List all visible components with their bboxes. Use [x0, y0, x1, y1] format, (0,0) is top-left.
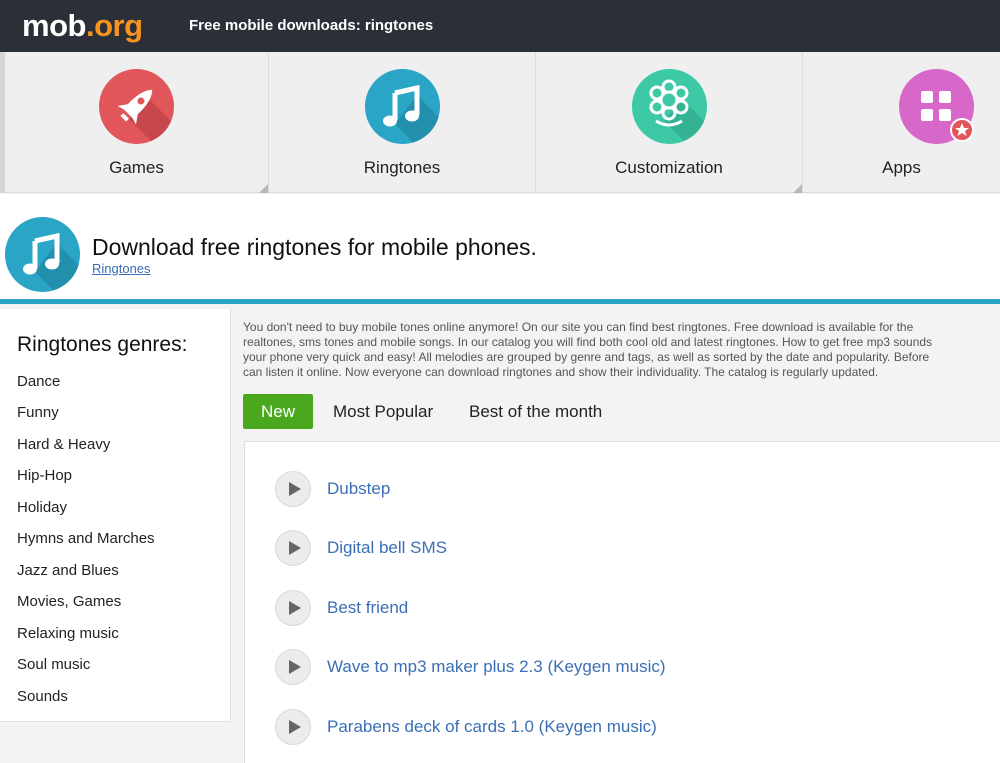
- genre-link-movies-games[interactable]: Movies, Games: [17, 593, 121, 610]
- site-logo[interactable]: mob.org: [22, 8, 143, 44]
- intro-line: realtones, sms tones and mobile songs. I…: [243, 335, 933, 349]
- category-customization[interactable]: Customization: [536, 52, 803, 193]
- intro-line: You don't need to buy mobile tones onlin…: [243, 320, 914, 334]
- play-button[interactable]: [275, 590, 311, 626]
- category-label: Ringtones: [363, 158, 441, 177]
- category-label: Customization: [615, 158, 723, 177]
- logo-dot-text: .: [85, 8, 95, 43]
- ringtone-list: Dubstep Digital bell SMS Best friend Wav…: [244, 441, 1000, 763]
- genre-link-dance[interactable]: Dance: [17, 373, 60, 390]
- page-header: Download free ringtones for mobile phone…: [0, 194, 1000, 304]
- corner-decoration: [259, 184, 268, 193]
- category-label: Games: [109, 158, 164, 177]
- intro-text: You don't need to buy mobile tones onlin…: [243, 320, 1000, 380]
- category-ringtones[interactable]: Ringtones: [269, 52, 536, 193]
- category-apps[interactable]: Apps: [803, 52, 1000, 193]
- tab-new[interactable]: New: [243, 394, 314, 429]
- category-games[interactable]: Games: [0, 52, 269, 193]
- intro-line: your phone very quick and easy! All melo…: [243, 350, 930, 364]
- tab-best-of-month[interactable]: Best of the month: [469, 394, 602, 429]
- intro-line: can listen it online. Now everyone can d…: [243, 365, 879, 379]
- ringtone-title-link[interactable]: Parabens deck of cards 1.0 (Keygen music…: [327, 717, 657, 737]
- genre-link-holiday[interactable]: Holiday: [17, 499, 67, 516]
- category-label: Apps: [882, 158, 921, 177]
- genre-link-funny[interactable]: Funny: [17, 404, 59, 421]
- ringtone-title-link[interactable]: Wave to mp3 maker plus 2.3 (Keygen music…: [327, 657, 666, 677]
- play-button[interactable]: [275, 709, 311, 745]
- star-badge-icon: [950, 118, 974, 142]
- music-note-icon: [365, 69, 440, 144]
- genre-link-hip-hop[interactable]: Hip-Hop: [17, 467, 72, 484]
- genre-link-hard-heavy[interactable]: Hard & Heavy: [17, 436, 110, 453]
- genre-link-relaxing-music[interactable]: Relaxing music: [17, 625, 119, 642]
- genre-link-hymns-marches[interactable]: Hymns and Marches: [17, 530, 155, 547]
- header-title: Free mobile downloads: ringtones: [189, 17, 434, 34]
- rocket-icon: [99, 69, 174, 144]
- top-bar: mob.org Free mobile downloads: ringtones: [0, 0, 1000, 52]
- ringtone-title-link[interactable]: Dubstep: [327, 479, 390, 499]
- play-button[interactable]: [275, 649, 311, 685]
- genre-link-jazz-blues[interactable]: Jazz and Blues: [17, 562, 119, 579]
- corner-decoration: [793, 184, 802, 193]
- page-title: Download free ringtones for mobile phone…: [92, 234, 537, 260]
- logo-tld-text: org: [94, 8, 143, 43]
- ringtone-title-link[interactable]: Digital bell SMS: [327, 538, 447, 558]
- genres-sidebar: Ringtones genres: Dance Funny Hard & Hea…: [0, 309, 231, 722]
- tab-most-popular[interactable]: Most Popular: [333, 394, 433, 429]
- breadcrumb-ringtones[interactable]: Ringtones: [92, 261, 151, 276]
- play-button[interactable]: [275, 530, 311, 566]
- category-nav: Games Ringtones Customization Apps: [0, 52, 1000, 193]
- logo-main-text: mob: [22, 8, 86, 43]
- apps-grid-icon: [899, 69, 974, 144]
- play-button[interactable]: [275, 471, 311, 507]
- genre-link-soul-music[interactable]: Soul music: [17, 656, 90, 673]
- sidebar-title: Ringtones genres:: [17, 333, 188, 356]
- flower-icon: [632, 69, 707, 144]
- music-note-icon: [5, 217, 80, 292]
- genre-link-sounds[interactable]: Sounds: [17, 688, 68, 705]
- ringtone-title-link[interactable]: Best friend: [327, 598, 408, 618]
